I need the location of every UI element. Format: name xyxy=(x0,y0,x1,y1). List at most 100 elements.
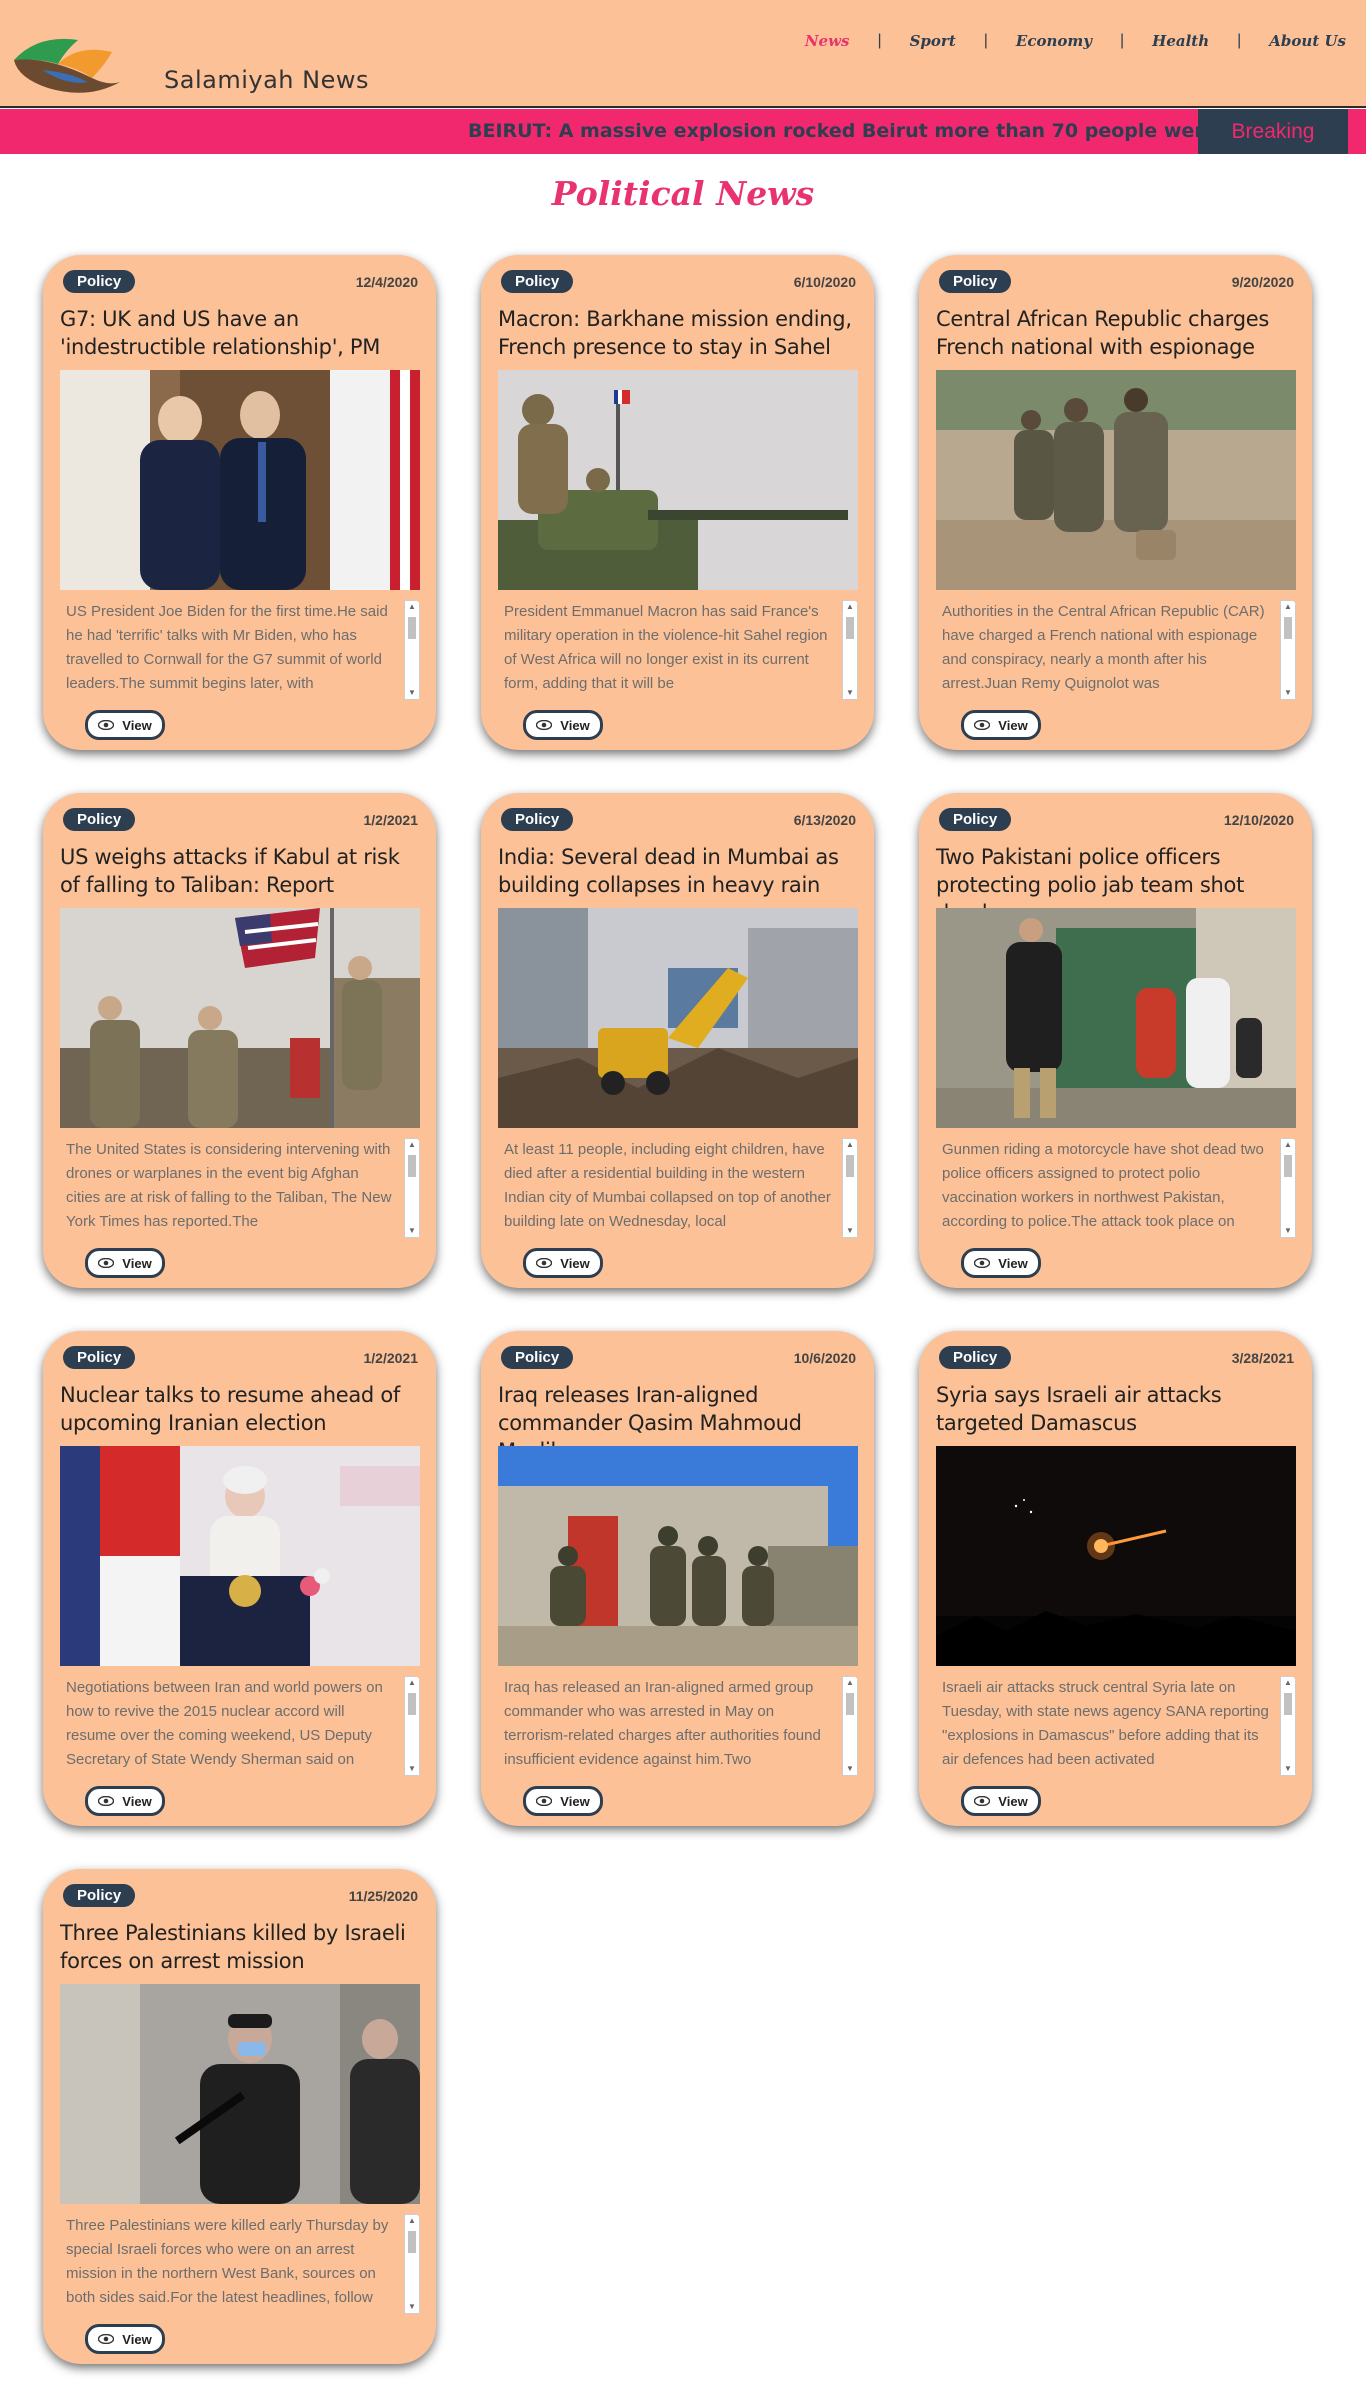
summary-scrollbar[interactable]: ▲ ▼ xyxy=(1280,1676,1296,1776)
card-headline[interactable]: India: Several dead in Mumbai as buildin… xyxy=(498,843,863,899)
scroll-thumb[interactable] xyxy=(846,617,854,639)
troops-raid-photo[interactable] xyxy=(498,1446,858,1666)
scroll-thumb[interactable] xyxy=(846,1155,854,1177)
card-summary[interactable]: Gunmen riding a motorcycle have shot dea… xyxy=(936,1138,1296,1240)
scroll-up-icon[interactable]: ▲ xyxy=(405,1139,419,1151)
ticker-headline[interactable]: BEIRUT: A massive explosion rocked Beiru… xyxy=(468,120,1282,142)
scroll-thumb[interactable] xyxy=(408,1155,416,1177)
soldiers-vehicle-photo[interactable] xyxy=(498,370,858,590)
scroll-up-icon[interactable]: ▲ xyxy=(843,1677,857,1689)
summary-scrollbar[interactable]: ▲ ▼ xyxy=(404,1138,420,1238)
card-summary[interactable]: Israeli air attacks struck central Syria… xyxy=(936,1676,1296,1778)
summary-scrollbar[interactable]: ▲ ▼ xyxy=(1280,1138,1296,1238)
nav-about-us[interactable]: About Us xyxy=(1269,32,1346,50)
scroll-up-icon[interactable]: ▲ xyxy=(405,2215,419,2227)
category-badge[interactable]: Policy xyxy=(939,1346,1012,1369)
category-badge[interactable]: Policy xyxy=(63,1346,136,1369)
card-summary[interactable]: Negotiations between Iran and world powe… xyxy=(60,1676,420,1778)
scroll-down-icon[interactable]: ▼ xyxy=(1281,1763,1295,1775)
card-summary[interactable]: US President Joe Biden for the first tim… xyxy=(60,600,420,702)
view-button[interactable]: View xyxy=(85,710,165,740)
nav-economy[interactable]: Economy xyxy=(1016,32,1092,50)
card-summary[interactable]: Three Palestinians were killed early Thu… xyxy=(60,2214,420,2316)
category-badge[interactable]: Policy xyxy=(939,270,1012,293)
scroll-up-icon[interactable]: ▲ xyxy=(1281,1677,1295,1689)
nav-health[interactable]: Health xyxy=(1152,32,1209,50)
scroll-thumb[interactable] xyxy=(846,1693,854,1715)
card-summary[interactable]: Iraq has released an Iran-aligned armed … xyxy=(498,1676,858,1778)
view-button[interactable]: View xyxy=(961,1248,1041,1278)
scroll-up-icon[interactable]: ▲ xyxy=(1281,601,1295,613)
scroll-thumb[interactable] xyxy=(408,2231,416,2253)
card-headline[interactable]: US weighs attacks if Kabul at risk of fa… xyxy=(60,843,425,899)
category-badge[interactable]: Policy xyxy=(63,1884,136,1907)
summary-scrollbar[interactable]: ▲ ▼ xyxy=(842,1138,858,1238)
night-sky-missile-photo[interactable] xyxy=(936,1446,1296,1666)
scroll-thumb[interactable] xyxy=(1284,617,1292,639)
card-headline[interactable]: Nuclear talks to resume ahead of upcomin… xyxy=(60,1381,425,1437)
category-badge[interactable]: Policy xyxy=(501,270,574,293)
card-headline[interactable]: Syria says Israeli air attacks targeted … xyxy=(936,1381,1301,1437)
brand-name[interactable]: Salamiyah News xyxy=(164,66,369,94)
summary-text: US President Joe Biden for the first tim… xyxy=(66,603,388,692)
leaders-meeting-image xyxy=(60,370,420,590)
building-collapse-photo[interactable] xyxy=(498,908,858,1128)
soldiers-street-photo[interactable] xyxy=(936,370,1296,590)
summary-scrollbar[interactable]: ▲ ▼ xyxy=(404,1676,420,1776)
category-badge[interactable]: Policy xyxy=(63,808,136,831)
scroll-down-icon[interactable]: ▼ xyxy=(405,1225,419,1237)
news-card: Policy 10/6/2020 Iraq releases Iran-alig… xyxy=(481,1331,874,1826)
scroll-up-icon[interactable]: ▲ xyxy=(843,601,857,613)
scroll-down-icon[interactable]: ▼ xyxy=(843,687,857,699)
card-summary[interactable]: Authorities in the Central African Repub… xyxy=(936,600,1296,702)
card-headline[interactable]: Macron: Barkhane mission ending, French … xyxy=(498,305,863,361)
scroll-up-icon[interactable]: ▲ xyxy=(1281,1139,1295,1151)
card-summary[interactable]: President Emmanuel Macron has said Franc… xyxy=(498,600,858,702)
view-button[interactable]: View xyxy=(523,1248,603,1278)
scroll-down-icon[interactable]: ▼ xyxy=(405,2301,419,2313)
nav-sport[interactable]: Sport xyxy=(910,32,956,50)
view-button[interactable]: View xyxy=(961,1786,1041,1816)
view-button[interactable]: View xyxy=(523,1786,603,1816)
scroll-up-icon[interactable]: ▲ xyxy=(405,1677,419,1689)
scroll-up-icon[interactable]: ▲ xyxy=(405,601,419,613)
scroll-thumb[interactable] xyxy=(1284,1693,1292,1715)
scroll-thumb[interactable] xyxy=(408,617,416,639)
scroll-down-icon[interactable]: ▼ xyxy=(843,1763,857,1775)
summary-scrollbar[interactable]: ▲ ▼ xyxy=(1280,600,1296,700)
scroll-down-icon[interactable]: ▼ xyxy=(1281,1225,1295,1237)
summary-scrollbar[interactable]: ▲ ▼ xyxy=(842,600,858,700)
summary-scrollbar[interactable]: ▲ ▼ xyxy=(404,2214,420,2314)
category-badge[interactable]: Policy xyxy=(939,808,1012,831)
site-logo[interactable] xyxy=(8,30,124,96)
scroll-down-icon[interactable]: ▼ xyxy=(405,1763,419,1775)
scroll-up-icon[interactable]: ▲ xyxy=(843,1139,857,1151)
summary-scrollbar[interactable]: ▲ ▼ xyxy=(404,600,420,700)
podium-speaker-photo[interactable] xyxy=(60,1446,420,1666)
scroll-thumb[interactable] xyxy=(1284,1155,1292,1177)
scroll-down-icon[interactable]: ▼ xyxy=(405,687,419,699)
armed-officers-photo[interactable] xyxy=(60,1984,420,2204)
category-badge[interactable]: Policy xyxy=(501,1346,574,1369)
card-summary[interactable]: The United States is considering interve… xyxy=(60,1138,420,1240)
nav-separator: | xyxy=(1120,32,1125,49)
view-button[interactable]: View xyxy=(85,2324,165,2354)
scroll-down-icon[interactable]: ▼ xyxy=(1281,687,1295,699)
publish-date: 6/10/2020 xyxy=(793,274,856,290)
category-badge[interactable]: Policy xyxy=(63,270,136,293)
view-button[interactable]: View xyxy=(523,710,603,740)
card-summary[interactable]: At least 11 people, including eight chil… xyxy=(498,1138,858,1240)
card-headline[interactable]: Three Palestinians killed by Israeli for… xyxy=(60,1919,425,1975)
police-guard-photo[interactable] xyxy=(936,908,1296,1128)
leaders-meeting-photo[interactable] xyxy=(60,370,420,590)
nav-news[interactable]: News xyxy=(805,32,850,50)
category-badge[interactable]: Policy xyxy=(501,808,574,831)
scroll-down-icon[interactable]: ▼ xyxy=(843,1225,857,1237)
summary-scrollbar[interactable]: ▲ ▼ xyxy=(842,1676,858,1776)
view-button[interactable]: View xyxy=(85,1786,165,1816)
view-button[interactable]: View xyxy=(85,1248,165,1278)
card-headline[interactable]: Central African Republic charges French … xyxy=(936,305,1301,361)
flag-raising-photo[interactable] xyxy=(60,908,420,1128)
view-button[interactable]: View xyxy=(961,710,1041,740)
scroll-thumb[interactable] xyxy=(408,1693,416,1715)
